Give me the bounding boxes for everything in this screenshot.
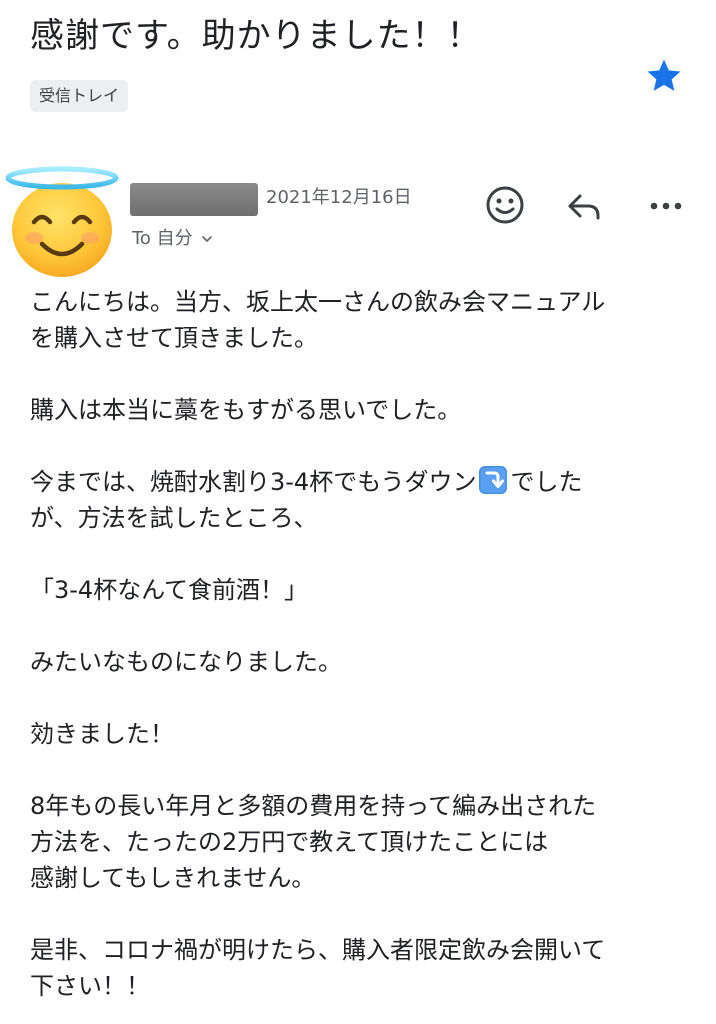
body-text-segment: 今までは、焼酎水割り3-4杯でもうダウン bbox=[30, 468, 477, 496]
emoji-reaction-icon[interactable] bbox=[484, 184, 526, 226]
reply-icon[interactable] bbox=[564, 186, 606, 226]
body-line: こんにちは。当方、坂上太一さんの飲み会マニュアル bbox=[30, 288, 606, 316]
body-line: みたいなものになりました。 bbox=[30, 648, 342, 676]
sender-name-redacted bbox=[130, 183, 258, 216]
body-line: 是非、コロナ禍が明けたら、購入者限定飲み会開いて bbox=[30, 936, 606, 964]
body-line: が、方法を試したところ、 bbox=[30, 504, 318, 532]
avatar[interactable] bbox=[4, 160, 120, 278]
body-line: 8年もの長い年月と多額の費用を持って編み出された bbox=[30, 792, 597, 820]
body-line: 感謝してもしきれません。 bbox=[30, 864, 316, 892]
body-text-segment: でした bbox=[510, 468, 583, 496]
body-line: 「3-4杯なんて食前酒！」 bbox=[30, 576, 308, 604]
inbox-label-chip[interactable]: 受信トレイ bbox=[30, 80, 129, 112]
down-arrow-emoji bbox=[479, 466, 508, 494]
recipient-toggle[interactable]: To 自分 bbox=[132, 226, 213, 252]
recipient-label: To 自分 bbox=[132, 228, 193, 249]
star-icon[interactable] bbox=[644, 56, 684, 96]
email-date: 2021年12月16日 bbox=[266, 187, 412, 208]
body-line: 効きました！ bbox=[30, 720, 174, 748]
body-line: 購入は本当に藁をもすがる思いでした。 bbox=[30, 396, 462, 424]
body-line: を購入させて頂きました。 bbox=[30, 324, 318, 352]
more-options-icon[interactable] bbox=[646, 192, 686, 220]
body-line-with-emoji: 今までは、焼酎水割り3-4杯でもうダウン でした bbox=[30, 464, 710, 500]
body-line: 方法を、たったの2万円で教えて頂けたことには bbox=[30, 828, 549, 856]
chevron-down-icon bbox=[201, 236, 212, 242]
email-body: こんにちは。当方、坂上太一さんの飲み会マニュアル を購入させて頂きました。 購入… bbox=[30, 284, 710, 1004]
email-subject: 感謝です。助かりました！！ bbox=[30, 16, 482, 56]
body-line: 下さい！！ bbox=[30, 972, 150, 1000]
